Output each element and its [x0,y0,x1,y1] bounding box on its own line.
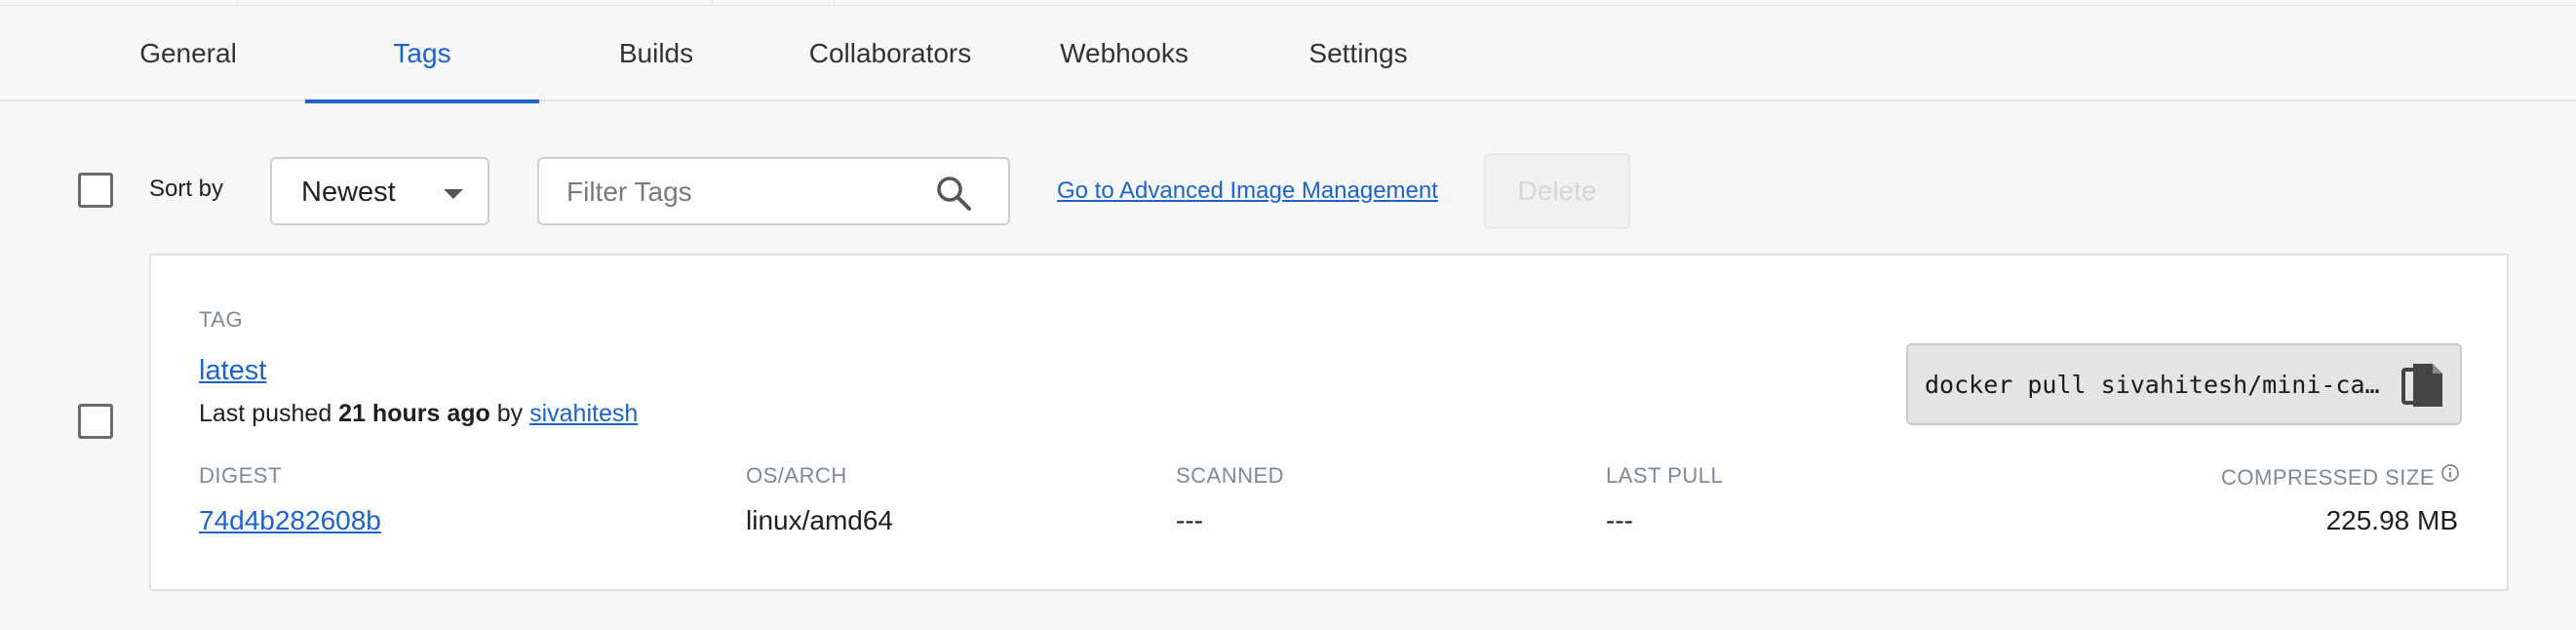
advanced-image-management-link[interactable]: Go to Advanced Image Management [1057,177,1438,205]
tag-row-checkbox[interactable] [78,404,113,439]
pushed-prefix: Last pushed [199,400,332,427]
last-pushed-info: Last pushed 21 hours ago by sivahitesh [199,400,638,428]
filter-tags-field [537,157,1010,225]
top-divider [237,0,238,5]
copy-icon[interactable] [2400,361,2447,412]
scanned-value: --- [1176,505,1203,535]
scanned-header: SCANNED [1176,463,1285,488]
top-divider [712,0,713,5]
select-all-checkbox[interactable] [78,173,113,208]
sort-by-label: Sort by [149,176,224,202]
pull-command-text[interactable]: docker pull sivahitesh/mini-calculator:l… [1925,371,2393,399]
info-icon[interactable] [2440,463,2460,483]
delete-button[interactable]: Delete [1484,153,1630,229]
sort-select[interactable]: Newest [270,157,489,225]
digest-link[interactable]: 74d4b282608b [199,505,381,536]
tab-collaborators[interactable]: Collaborators [773,6,1007,101]
digest-header: DIGEST [199,463,282,488]
pushed-time: 21 hours ago [338,400,490,427]
tag-card: TAG latest Last pushed 21 hours ago by s… [149,254,2509,591]
filter-tags-input[interactable] [566,175,917,210]
tag-header: TAG [199,307,244,332]
pushed-by: by [496,400,524,427]
osarch-header: OS/ARCH [746,463,847,488]
search-icon[interactable] [933,173,974,214]
compressed-size-header: COMPRESSED SIZE [2221,463,2460,491]
repository-tabs: General Tags Builds Collaborators Webhoo… [0,6,2576,103]
tab-webhooks[interactable]: Webhooks [1007,6,1241,101]
pushed-user-link[interactable]: sivahitesh [529,400,638,427]
top-divider [834,0,835,5]
tag-name-link[interactable]: latest [199,355,266,387]
sort-value: Newest [301,177,396,208]
tab-settings[interactable]: Settings [1241,6,1475,101]
last-pull-value: --- [1606,505,1633,535]
tab-builds[interactable]: Builds [539,6,773,101]
osarch-value: linux/amd64 [746,505,893,535]
compressed-size-value: 225.98 MB [2325,505,2458,535]
compressed-size-label: COMPRESSED SIZE [2221,465,2435,490]
last-pull-header: LAST PULL [1606,463,1724,488]
tab-general[interactable]: General [71,6,305,101]
docker-pull-command: docker pull sivahitesh/mini-calculator:l… [1906,343,2462,425]
chevron-down-icon [444,189,463,199]
tab-tags[interactable]: Tags [305,6,539,103]
